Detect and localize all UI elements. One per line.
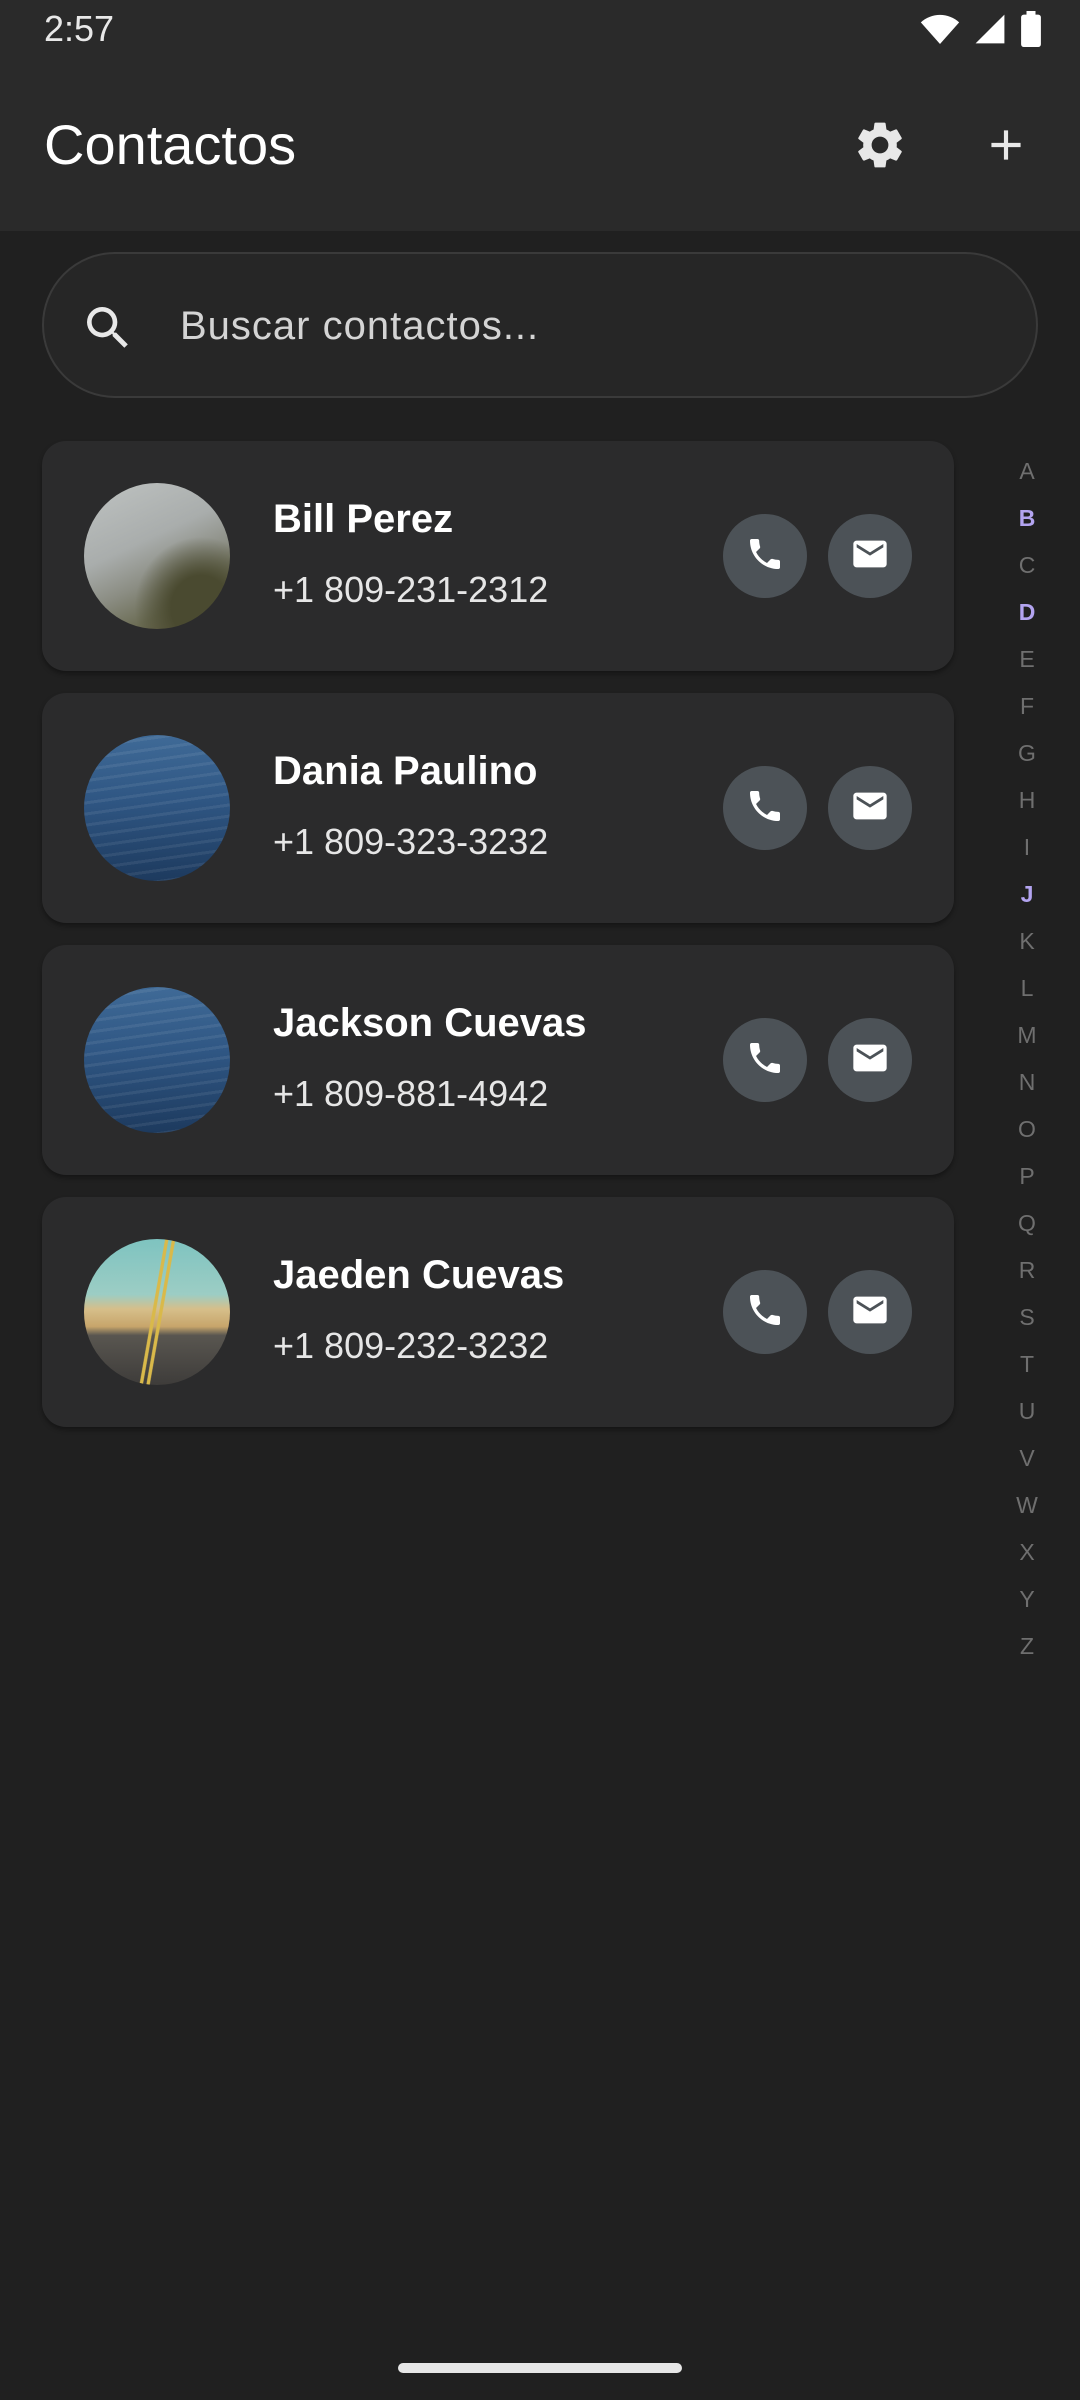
email-button[interactable]: [828, 1018, 912, 1102]
phone-icon: [745, 1038, 785, 1083]
alphabet-letter[interactable]: I: [1000, 824, 1054, 871]
phone-icon: [745, 534, 785, 579]
alphabet-letter[interactable]: T: [1000, 1341, 1054, 1388]
mail-icon: [850, 1038, 890, 1083]
mail-icon: [850, 1290, 890, 1335]
alphabet-letter[interactable]: D: [1000, 589, 1054, 636]
contact-name: Jaeden Cuevas: [273, 1253, 565, 1297]
gear-icon: [852, 117, 908, 178]
search-bar[interactable]: [42, 252, 1038, 398]
contact-name: Bill Perez: [273, 497, 454, 541]
page-title: Contactos: [44, 113, 297, 176]
alphabet-letter[interactable]: Z: [1000, 1623, 1054, 1670]
alphabet-letter[interactable]: P: [1000, 1153, 1054, 1200]
search-icon: [80, 300, 136, 356]
alphabet-letter[interactable]: N: [1000, 1059, 1054, 1106]
alphabet-letter[interactable]: S: [1000, 1294, 1054, 1341]
status-time: 2:57: [44, 8, 115, 49]
alphabet-letter[interactable]: O: [1000, 1106, 1054, 1153]
contact-card[interactable]: Dania Paulino +1 809-323-3232: [42, 693, 954, 923]
alphabet-letter[interactable]: H: [1000, 777, 1054, 824]
battery-icon: [1020, 10, 1042, 52]
phone-icon: [745, 786, 785, 831]
alphabet-letter[interactable]: X: [1000, 1529, 1054, 1576]
call-button[interactable]: [723, 1018, 807, 1102]
contact-phone: +1 809-232-3232: [273, 1325, 549, 1366]
alphabet-letter[interactable]: F: [1000, 683, 1054, 730]
app-bar: Contactos: [0, 62, 1080, 231]
avatar: [84, 1239, 230, 1385]
alphabet-letter[interactable]: Q: [1000, 1200, 1054, 1247]
plus-icon: [981, 120, 1031, 175]
avatar: [84, 987, 230, 1133]
avatar: [84, 483, 230, 629]
cell-signal-icon: [974, 13, 1006, 50]
contact-name: Dania Paulino: [273, 749, 538, 793]
alphabet-letter[interactable]: E: [1000, 636, 1054, 683]
email-button[interactable]: [828, 514, 912, 598]
alphabet-letter[interactable]: A: [1000, 448, 1054, 495]
alphabet-letter[interactable]: C: [1000, 542, 1054, 589]
alphabet-letter[interactable]: Y: [1000, 1576, 1054, 1623]
alphabet-letter[interactable]: G: [1000, 730, 1054, 777]
contact-name: Jackson Cuevas: [273, 1001, 587, 1045]
call-button[interactable]: [723, 514, 807, 598]
call-button[interactable]: [723, 766, 807, 850]
alphabet-letter[interactable]: V: [1000, 1435, 1054, 1482]
contact-phone: +1 809-323-3232: [273, 821, 549, 862]
alphabet-index[interactable]: ABCDEFGHIJKLMNOPQRSTUVWXYZ: [1000, 448, 1054, 1670]
alphabet-letter[interactable]: J: [1000, 871, 1054, 918]
search-input[interactable]: [180, 292, 1000, 360]
status-icons: [920, 10, 1042, 52]
alphabet-letter[interactable]: K: [1000, 918, 1054, 965]
call-button[interactable]: [723, 1270, 807, 1354]
alphabet-letter[interactable]: M: [1000, 1012, 1054, 1059]
alphabet-letter[interactable]: B: [1000, 495, 1054, 542]
wifi-icon: [920, 13, 960, 50]
settings-button[interactable]: [845, 112, 915, 182]
email-button[interactable]: [828, 766, 912, 850]
alphabet-letter[interactable]: L: [1000, 965, 1054, 1012]
alphabet-letter[interactable]: U: [1000, 1388, 1054, 1435]
mail-icon: [850, 786, 890, 831]
home-indicator[interactable]: [398, 2363, 682, 2373]
contact-card[interactable]: Jaeden Cuevas +1 809-232-3232: [42, 1197, 954, 1427]
contact-list: Bill Perez +1 809-231-2312 Dania Paulino +1…: [42, 441, 954, 1449]
mail-icon: [850, 534, 890, 579]
email-button[interactable]: [828, 1270, 912, 1354]
contact-phone: +1 809-881-4942: [273, 1073, 549, 1114]
avatar: [84, 735, 230, 881]
contact-card[interactable]: Bill Perez +1 809-231-2312: [42, 441, 954, 671]
phone-icon: [745, 1290, 785, 1335]
contact-phone: +1 809-231-2312: [273, 569, 549, 610]
status-bar: 2:57: [0, 0, 1080, 62]
alphabet-letter[interactable]: W: [1000, 1482, 1054, 1529]
add-contact-button[interactable]: [971, 112, 1041, 182]
alphabet-letter[interactable]: R: [1000, 1247, 1054, 1294]
contact-card[interactable]: Jackson Cuevas +1 809-881-4942: [42, 945, 954, 1175]
